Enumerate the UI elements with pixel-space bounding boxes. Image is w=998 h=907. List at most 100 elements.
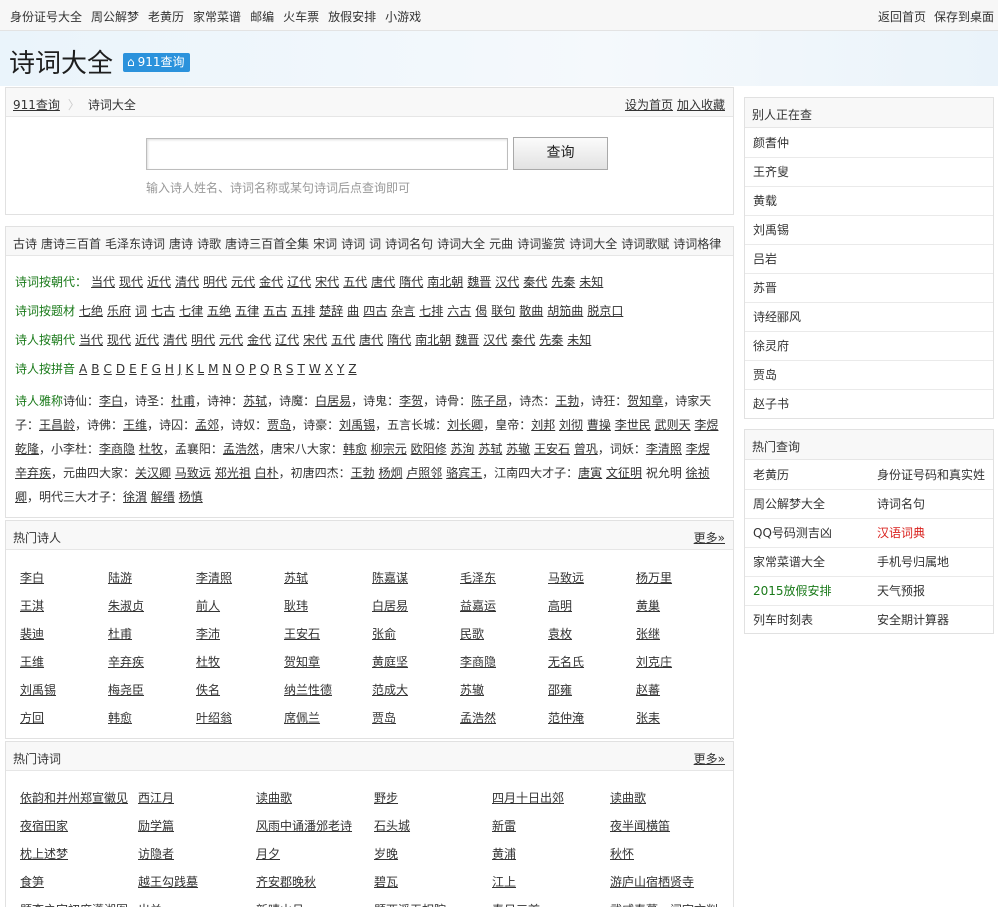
category-item-link[interactable]: 清代: [163, 333, 187, 347]
recent-search-item[interactable]: 诗经郦风: [745, 303, 993, 332]
category-item-link[interactable]: 七古: [151, 304, 175, 318]
hot-poem-link[interactable]: 枕上述梦: [20, 845, 68, 862]
category-item-link[interactable]: J: [178, 362, 182, 376]
hot-poet-link[interactable]: 苏轼: [284, 569, 308, 586]
category-item-link[interactable]: 明代: [203, 275, 227, 289]
hot-poem-link[interactable]: 题西溪无相院: [374, 901, 446, 907]
category-item-link[interactable]: 南北朝: [427, 275, 463, 289]
hot-poem-link[interactable]: 春日三首: [492, 901, 540, 907]
category-item-link[interactable]: 金代: [259, 275, 283, 289]
category-item-link[interactable]: 隋代: [399, 275, 423, 289]
top-nav-link[interactable]: 周公解梦: [91, 10, 139, 24]
hot-query-link[interactable]: 身份证号码和真实姓: [877, 461, 985, 490]
poet-link[interactable]: 武则天: [655, 418, 691, 432]
hot-poem-link[interactable]: 题李之家初度潇湘图: [20, 901, 128, 907]
poet-link[interactable]: 李煜: [686, 442, 710, 456]
top-nav-link[interactable]: 小游戏: [385, 10, 421, 24]
poet-link[interactable]: 贾岛: [267, 418, 291, 432]
hot-query-link[interactable]: 老黄历: [753, 461, 789, 490]
category-item-link[interactable]: 五排: [291, 304, 315, 318]
poet-link[interactable]: 徐渭: [123, 490, 147, 504]
category-item-link[interactable]: B: [91, 362, 99, 376]
category-item-link[interactable]: 宋代: [303, 333, 327, 347]
tag-link[interactable]: 诗词歌赋: [621, 237, 669, 251]
category-item-link[interactable]: L: [197, 362, 204, 376]
top-nav-link[interactable]: 老黄历: [148, 10, 184, 24]
hot-query-link[interactable]: 列车时刻表: [753, 606, 813, 635]
top-nav-link[interactable]: 家常菜谱: [193, 10, 241, 24]
hot-poet-link[interactable]: 马致远: [548, 569, 584, 586]
poet-link[interactable]: 马致远: [175, 466, 211, 480]
top-nav-right-link[interactable]: 保存到桌面: [934, 10, 994, 24]
recent-search-item[interactable]: 颜耆仲: [745, 129, 993, 158]
tag-link[interactable]: 唐诗三百首: [41, 237, 101, 251]
category-item-link[interactable]: 魏晋: [455, 333, 479, 347]
hot-poet-link[interactable]: 刘克庄: [636, 653, 672, 670]
hot-poet-link[interactable]: 益嘉运: [460, 597, 496, 614]
recent-search-item[interactable]: 贾岛: [745, 361, 993, 390]
hot-poem-link[interactable]: 齐安郡晚秋: [256, 873, 316, 890]
category-item-link[interactable]: 七排: [419, 304, 443, 318]
recent-search-item[interactable]: 刘禹锡: [745, 216, 993, 245]
poet-link[interactable]: 韩愈: [343, 442, 367, 456]
hot-poet-link[interactable]: 王安石: [284, 625, 320, 642]
hot-poet-link[interactable]: 纳兰性德: [284, 681, 332, 698]
poet-link[interactable]: 曾巩: [574, 442, 598, 456]
poet-link[interactable]: 关汉卿: [135, 466, 171, 480]
category-item-link[interactable]: H: [165, 362, 174, 376]
category-item-link[interactable]: 当代: [79, 333, 103, 347]
poet-link[interactable]: 王昌龄: [39, 418, 75, 432]
search-button[interactable]: 查询: [513, 137, 608, 170]
hot-poet-link[interactable]: 叶绍翁: [196, 709, 232, 726]
hot-poet-link[interactable]: 张耒: [636, 709, 660, 726]
poet-link[interactable]: 苏轼: [243, 394, 267, 408]
hot-poet-link[interactable]: 张继: [636, 625, 660, 642]
hot-poem-link[interactable]: 食笋: [20, 873, 44, 890]
hot-poet-link[interactable]: 袁枚: [548, 625, 572, 642]
hot-poet-link[interactable]: 黄巢: [636, 597, 660, 614]
hot-query-link[interactable]: 汉语词典: [877, 519, 925, 548]
recent-search-item[interactable]: 吕岩: [745, 245, 993, 274]
category-item-link[interactable]: 现代: [107, 333, 131, 347]
poet-link[interactable]: 欧阳修: [411, 442, 447, 456]
hot-poet-link[interactable]: 赵蕃: [636, 681, 660, 698]
poet-link[interactable]: 杜牧: [139, 442, 163, 456]
category-item-link[interactable]: 六古: [447, 304, 471, 318]
hot-poet-link[interactable]: 韩愈: [108, 709, 132, 726]
hot-poem-link[interactable]: 月夕: [256, 845, 280, 862]
poet-link[interactable]: 王勃: [555, 394, 579, 408]
tag-link[interactable]: 宋词: [313, 237, 337, 251]
top-nav-link[interactable]: 身份证号大全: [10, 10, 82, 24]
hot-poem-link[interactable]: 励学篇: [138, 817, 174, 834]
hot-poem-link[interactable]: 读曲歌: [610, 789, 646, 806]
hot-poems-more-link[interactable]: 更多»: [694, 750, 725, 767]
category-item-link[interactable]: Z: [348, 362, 356, 376]
poet-link[interactable]: 王维: [123, 418, 147, 432]
tag-link[interactable]: 诗词鉴赏: [517, 237, 565, 251]
hot-poet-link[interactable]: 佚名: [196, 681, 220, 698]
add-favorite-link[interactable]: 加入收藏: [677, 98, 725, 112]
category-item-link[interactable]: O: [235, 362, 244, 376]
poet-link[interactable]: 白居易: [315, 394, 351, 408]
hot-poem-link[interactable]: 四月十日出郊: [492, 789, 564, 806]
category-item-link[interactable]: 近代: [147, 275, 171, 289]
hot-poet-link[interactable]: 高明: [548, 597, 572, 614]
hot-poem-link[interactable]: 岁晚: [374, 845, 398, 862]
tag-link[interactable]: 唐诗: [169, 237, 193, 251]
tag-link[interactable]: 诗词大全: [437, 237, 485, 251]
category-item-link[interactable]: 五代: [331, 333, 355, 347]
tag-link[interactable]: 元曲: [489, 237, 513, 251]
poet-link[interactable]: 文征明: [606, 466, 642, 480]
poet-link[interactable]: 卢照邻: [406, 466, 442, 480]
category-item-link[interactable]: W: [309, 362, 321, 376]
category-item-link[interactable]: 五律: [235, 304, 259, 318]
category-item-link[interactable]: 杂言: [391, 304, 415, 318]
category-item-link[interactable]: M: [208, 362, 218, 376]
hot-poet-link[interactable]: 民歌: [460, 625, 484, 642]
hot-poem-link[interactable]: 西江月: [138, 789, 174, 806]
category-item-link[interactable]: 曲: [347, 304, 359, 318]
poet-link[interactable]: 骆宾王: [446, 466, 482, 480]
hot-poet-link[interactable]: 陈嘉谋: [372, 569, 408, 586]
poet-link[interactable]: 唐寅: [578, 466, 602, 480]
hot-poem-link[interactable]: 黄浦: [492, 845, 516, 862]
